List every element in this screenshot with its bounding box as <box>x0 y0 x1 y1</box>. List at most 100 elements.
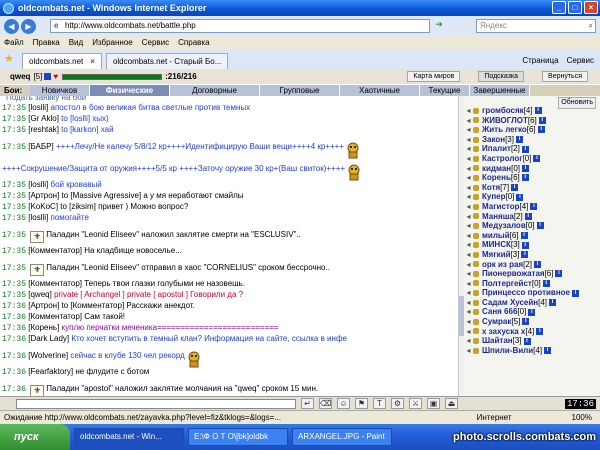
private-arrow-icon[interactable]: ◂ <box>464 212 473 222</box>
info-icon[interactable]: i <box>522 164 529 172</box>
user-name[interactable]: Саня 666 <box>482 307 517 317</box>
info-icon[interactable]: i <box>533 155 541 163</box>
user-name[interactable]: Полтергейст <box>482 279 532 289</box>
private-arrow-icon[interactable]: ◂ <box>464 288 473 298</box>
online-user[interactable]: ◂ Медузалов [0] i <box>464 221 600 231</box>
taskbar-task-paint[interactable]: ARXANGEL.JPG - Paint <box>292 428 392 446</box>
translit-icon[interactable]: Т <box>373 398 386 409</box>
info-icon[interactable]: i <box>522 318 530 326</box>
user-name[interactable]: Купер <box>482 192 506 202</box>
chat-input[interactable] <box>16 398 296 409</box>
message-nick[interactable]: [БАБР] <box>28 142 53 151</box>
menu-file[interactable]: Файл <box>4 38 24 47</box>
message-nick[interactable]: [Комментатор] <box>28 279 82 288</box>
message-nick[interactable]: [loslli] <box>28 180 48 189</box>
private-arrow-icon[interactable]: ◂ <box>464 154 473 164</box>
online-user[interactable]: ◂ Магистор [4] i <box>464 202 600 212</box>
filter-icon[interactable]: ⚑ <box>355 398 368 409</box>
info-icon[interactable]: i <box>515 136 523 144</box>
user-name[interactable]: кидман <box>482 164 511 174</box>
info-icon[interactable]: i <box>555 270 563 278</box>
online-user[interactable]: ◂ Жить легко [6] i <box>464 125 600 135</box>
user-name[interactable]: Мягкий <box>482 250 511 260</box>
private-arrow-icon[interactable]: ◂ <box>464 202 473 212</box>
info-icon[interactable] <box>44 73 52 80</box>
info-icon[interactable]: i <box>521 145 529 153</box>
online-user[interactable]: ◂ Шайтан [3] i <box>464 336 600 346</box>
return-button[interactable]: Вернуться <box>542 71 588 82</box>
info-icon[interactable]: i <box>536 222 544 230</box>
online-user[interactable]: ◂ кидман [0] i <box>464 164 600 174</box>
info-icon[interactable]: i <box>571 289 579 297</box>
user-name[interactable]: Корень <box>482 173 511 183</box>
private-arrow-icon[interactable]: ◂ <box>464 317 473 327</box>
taskbar-task-ie[interactable]: oldcombats.net - Win... <box>74 428 184 446</box>
private-arrow-icon[interactable]: ◂ <box>464 250 473 260</box>
info-icon[interactable]: i <box>520 232 528 240</box>
private-arrow-icon[interactable]: ◂ <box>464 135 473 145</box>
info-icon[interactable]: i <box>521 174 529 182</box>
user-name[interactable]: Садам Хусейн <box>482 298 538 308</box>
private-arrow-icon[interactable]: ◂ <box>464 221 473 231</box>
user-name[interactable]: Медузалов <box>482 221 526 231</box>
info-icon[interactable]: i <box>538 116 546 124</box>
favorites-star-icon[interactable]: ★ <box>4 52 18 66</box>
user-name[interactable]: МИНСК <box>482 240 511 250</box>
online-user[interactable]: ◂ милый [6] i <box>464 231 600 241</box>
private-arrow-icon[interactable]: ◂ <box>464 183 473 193</box>
page-menu[interactable]: Страница <box>522 56 558 65</box>
private-arrow-icon[interactable]: ◂ <box>464 125 473 135</box>
online-user[interactable]: ◂ Закон [3] i <box>464 135 600 145</box>
info-icon[interactable]: i <box>511 184 519 192</box>
online-user[interactable]: ◂ Ипалит [2] i <box>464 144 600 154</box>
online-user[interactable]: ◂ орк из рая [2] i <box>464 260 600 270</box>
send-icon[interactable]: ↵ <box>301 398 314 409</box>
online-user[interactable]: ◂ Саня 666 [0] i <box>464 307 600 317</box>
message-nick[interactable]: [Артрон] <box>28 191 59 200</box>
user-name[interactable]: милый <box>482 231 510 241</box>
go-arrow-icon[interactable]: ➜ <box>432 19 446 33</box>
close-window-button[interactable]: × <box>584 1 598 14</box>
user-name[interactable]: Шайтан <box>482 336 513 346</box>
hint-button[interactable]: Подсказка <box>478 71 525 82</box>
info-icon[interactable]: i <box>536 327 544 335</box>
online-user[interactable]: ◂ Корень [6] i <box>464 173 600 183</box>
online-user[interactable]: ◂ Садам Хусейн [4] i <box>464 298 600 308</box>
user-name[interactable]: громбосяк <box>482 106 524 116</box>
browser-tab-2[interactable]: oldcombats.net - Старый Бо... <box>105 53 229 69</box>
info-icon[interactable]: i <box>516 193 524 201</box>
info-icon[interactable]: i <box>537 126 545 134</box>
refresh-button[interactable]: Обновить <box>558 97 596 109</box>
private-arrow-icon[interactable]: ◂ <box>464 346 473 356</box>
online-user[interactable]: ◂ Маняша [2] i <box>464 212 600 222</box>
online-user[interactable]: ◂ Купер [0] i <box>464 192 600 202</box>
user-name[interactable]: Маняша <box>482 212 514 222</box>
user-name[interactable]: Жить легко <box>482 125 527 135</box>
browser-tab-1[interactable]: oldcombats.net × <box>22 53 102 69</box>
close-tab-icon[interactable]: × <box>90 54 95 69</box>
clear-icon[interactable]: ⌫ <box>319 398 332 409</box>
tab-novice[interactable]: Новичков <box>30 85 90 96</box>
private-arrow-icon[interactable]: ◂ <box>464 307 473 317</box>
message-nick[interactable]: [Wolverine] <box>28 351 68 360</box>
message-nick[interactable]: [qweq] <box>28 290 52 299</box>
user-name[interactable]: Шпили-Вили <box>482 346 533 356</box>
info-icon[interactable]: i <box>523 337 531 345</box>
message-nick[interactable]: [loslli] <box>28 103 48 112</box>
user-name[interactable]: орк из рая <box>482 260 523 270</box>
message-nick[interactable]: [Корень] <box>28 323 59 332</box>
online-user[interactable]: ◂ Принцессо противное i <box>464 288 600 298</box>
online-user[interactable]: ◂ ЖИВОГЛОТ [6] i <box>464 116 600 126</box>
taskbar-task-folder[interactable]: E:\Ф О Т О\[bk]oldbk <box>188 428 288 446</box>
message-nick[interactable]: [Комментатор] <box>28 312 82 321</box>
info-icon[interactable]: i <box>528 308 536 316</box>
private-arrow-icon[interactable]: ◂ <box>464 164 473 174</box>
search-icon[interactable]: ⌕ <box>589 20 593 32</box>
tab-current[interactable]: Текущие <box>420 85 470 96</box>
user-name[interactable]: ЖИВОГЛОТ <box>482 116 528 126</box>
tab-physical[interactable]: Физические <box>90 85 170 96</box>
search-input[interactable]: Яндекс ⌕ <box>476 19 596 33</box>
online-user[interactable]: ◂ Кастролог [0] i <box>464 154 600 164</box>
user-name[interactable]: Котя <box>482 183 500 193</box>
fight-icon[interactable]: ⚔ <box>409 398 422 409</box>
